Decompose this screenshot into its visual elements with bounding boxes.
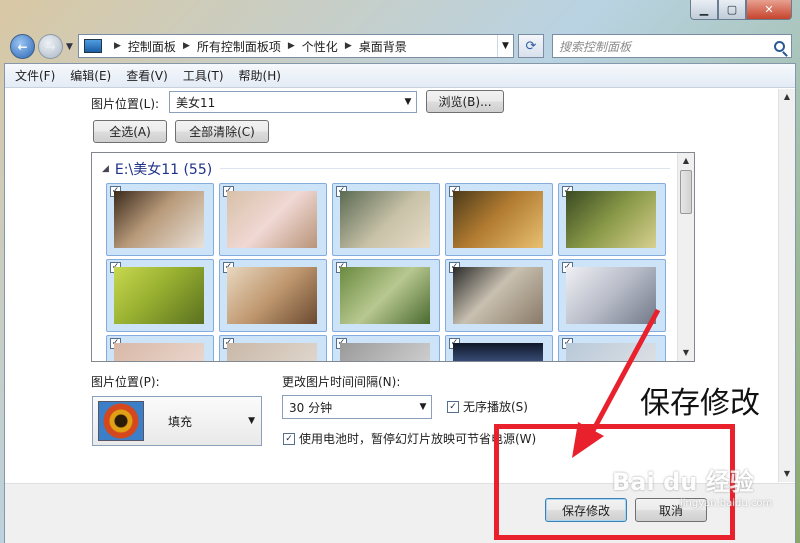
interval-select[interactable]: 30 分钟 ▼ bbox=[282, 395, 432, 419]
picture-location-label: 图片位置(L): bbox=[91, 97, 160, 111]
breadcrumb-separator-icon: ▶ bbox=[287, 41, 295, 51]
menu-file[interactable]: 文件(F) bbox=[15, 67, 55, 84]
picture-gallery: ◢ E:\美女11 (55) ✓ ✓ ✓ ✓ ✓ ✓ ✓ ✓ ✓ ✓ ✓ ✓ ✓… bbox=[91, 152, 695, 362]
thumbnail[interactable]: ✓ bbox=[445, 335, 553, 361]
picture-position-select[interactable]: 填充 ▼ bbox=[92, 396, 262, 446]
thumbnail[interactable]: ✓ bbox=[106, 183, 214, 256]
chevron-down-icon: ▼ bbox=[419, 402, 427, 412]
scroll-up-icon[interactable]: ▲ bbox=[779, 89, 795, 105]
thumbnail[interactable]: ✓ bbox=[445, 183, 553, 256]
scroll-up-icon[interactable]: ▲ bbox=[678, 153, 694, 169]
checkbox-check-icon[interactable]: ✓ bbox=[283, 432, 295, 445]
breadcrumb-separator-icon: ▶ bbox=[344, 41, 352, 51]
thumbnail[interactable]: ✓ bbox=[558, 335, 666, 361]
thumbnail[interactable]: ✓ bbox=[558, 183, 666, 256]
page-scrollbar[interactable]: ▲ ▼ bbox=[778, 89, 795, 482]
browse-button[interactable]: 浏览(B)... bbox=[426, 90, 504, 113]
search-placeholder: 搜索控制面板 bbox=[559, 39, 632, 54]
breadcrumb-item[interactable]: 控制面板 bbox=[128, 38, 176, 55]
breadcrumb-separator-icon: ▶ bbox=[182, 41, 190, 51]
breadcrumb: ▶ 控制面板 ▶ 所有控制面板项 ▶ 个性化 ▶ 桌面背景 bbox=[107, 38, 407, 55]
thumbnail[interactable]: ✓ bbox=[219, 259, 327, 332]
menu-edit[interactable]: 编辑(E) bbox=[70, 67, 111, 84]
select-all-button[interactable]: 全选(A) bbox=[93, 120, 167, 143]
menu-tools[interactable]: 工具(T) bbox=[183, 67, 224, 84]
clear-all-button[interactable]: 全部清除(C) bbox=[175, 120, 269, 143]
shuffle-checkbox[interactable]: ✓ 无序播放(S) bbox=[447, 398, 528, 415]
scroll-down-icon[interactable]: ▼ bbox=[678, 345, 694, 361]
chevron-down-icon: ▼ bbox=[248, 416, 255, 426]
watermark-url: jingyan.baidu.com bbox=[680, 498, 773, 509]
picture-position-value: 填充 bbox=[168, 414, 193, 429]
gallery-group-header[interactable]: ◢ E:\美女11 (55) bbox=[102, 159, 212, 179]
scrollbar-thumb[interactable] bbox=[680, 170, 692, 214]
control-panel-icon bbox=[84, 39, 102, 53]
address-dropdown-icon[interactable]: ▼ bbox=[497, 35, 513, 57]
scroll-down-icon[interactable]: ▼ bbox=[779, 466, 795, 482]
back-arrow-icon[interactable]: ← bbox=[10, 34, 35, 59]
thumbnail[interactable]: ✓ bbox=[558, 259, 666, 332]
search-input[interactable]: 搜索控制面板 bbox=[552, 34, 792, 58]
gallery-group-title: E:\美女11 (55) bbox=[114, 162, 213, 178]
group-divider bbox=[220, 168, 670, 169]
minimize-icon[interactable]: ▁ bbox=[690, 0, 718, 20]
thumbnail[interactable]: ✓ bbox=[106, 259, 214, 332]
picture-location-value: 美女11 bbox=[176, 95, 216, 110]
shuffle-label: 无序播放(S) bbox=[463, 400, 528, 414]
baidu-watermark: Bai du 经验 bbox=[612, 468, 754, 496]
navigation-bar: ← → ▼ ▶ 控制面板 ▶ 所有控制面板项 ▶ 个性化 ▶ 桌面背景 ▼ ⟳ … bbox=[0, 30, 800, 62]
refresh-icon[interactable]: ⟳ bbox=[518, 34, 544, 58]
breadcrumb-item[interactable]: 个性化 bbox=[302, 38, 338, 55]
interval-value: 30 分钟 bbox=[289, 400, 333, 415]
window-controls: ▁ ▢ ✕ bbox=[690, 0, 792, 20]
breadcrumb-separator-icon: ▶ bbox=[114, 41, 121, 51]
forward-arrow-icon[interactable]: → bbox=[38, 34, 63, 59]
collapse-triangle-icon[interactable]: ◢ bbox=[102, 164, 109, 174]
title-bar: ▁ ▢ ✕ bbox=[0, 0, 800, 30]
fill-preview-icon bbox=[98, 401, 144, 441]
checkbox-check-icon[interactable]: ✓ bbox=[447, 400, 459, 413]
chevron-down-icon: ▼ bbox=[404, 97, 412, 107]
thumbnail-grid: ✓ ✓ ✓ ✓ ✓ ✓ ✓ ✓ ✓ ✓ ✓ ✓ ✓ ✓ ✓ bbox=[106, 183, 666, 361]
maximize-icon[interactable]: ▢ bbox=[718, 0, 746, 20]
picture-position-label: 图片位置(P): bbox=[91, 375, 160, 389]
thumbnail[interactable]: ✓ bbox=[219, 183, 327, 256]
annotation-text: 保存修改 bbox=[640, 386, 760, 421]
thumbnail[interactable]: ✓ bbox=[219, 335, 327, 361]
menu-view[interactable]: 查看(V) bbox=[126, 67, 168, 84]
interval-label: 更改图片时间间隔(N): bbox=[282, 375, 401, 389]
thumbnail[interactable]: ✓ bbox=[445, 259, 553, 332]
gallery-scrollbar[interactable]: ▲ ▼ bbox=[677, 153, 694, 361]
thumbnail[interactable]: ✓ bbox=[106, 335, 214, 361]
breadcrumb-item[interactable]: 所有控制面板项 bbox=[197, 38, 281, 55]
picture-location-select[interactable]: 美女11 ▼ bbox=[169, 91, 417, 113]
breadcrumb-item[interactable]: 桌面背景 bbox=[359, 38, 407, 55]
search-icon[interactable] bbox=[774, 40, 785, 52]
thumbnail[interactable]: ✓ bbox=[332, 335, 440, 361]
menu-bar: 文件(F) 编辑(E) 查看(V) 工具(T) 帮助(H) bbox=[5, 64, 795, 88]
thumbnail[interactable]: ✓ bbox=[332, 259, 440, 332]
recent-pages-chevron-icon[interactable]: ▼ bbox=[66, 42, 73, 52]
menu-help[interactable]: 帮助(H) bbox=[239, 67, 281, 84]
address-bar[interactable]: ▶ 控制面板 ▶ 所有控制面板项 ▶ 个性化 ▶ 桌面背景 ▼ bbox=[78, 34, 514, 58]
thumbnail[interactable]: ✓ bbox=[332, 183, 440, 256]
close-icon[interactable]: ✕ bbox=[746, 0, 792, 20]
